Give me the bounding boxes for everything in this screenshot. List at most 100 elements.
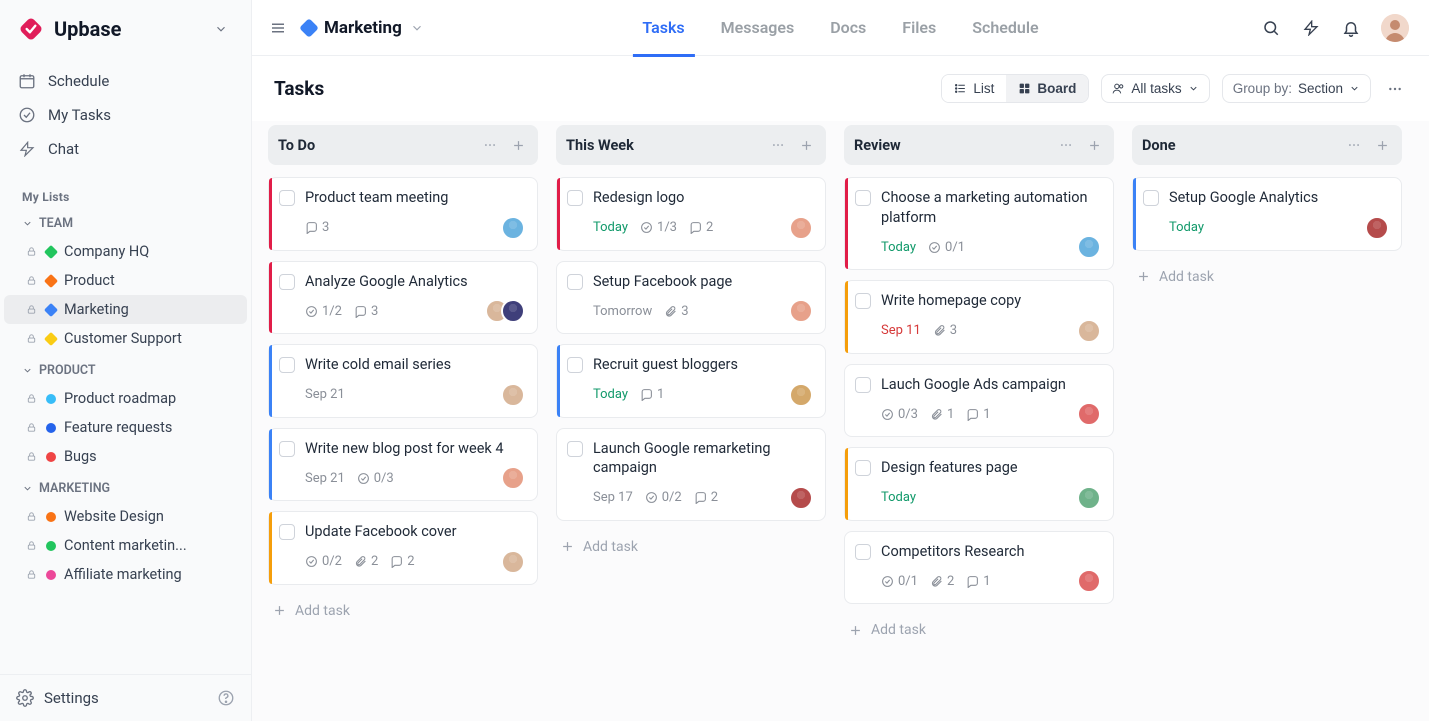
view-list-button[interactable]: List: [942, 75, 1006, 102]
assignee-avatars[interactable]: [1077, 319, 1101, 343]
section-header[interactable]: Review: [844, 125, 1114, 165]
sidebar-list-item[interactable]: Content marketin...: [4, 531, 247, 560]
sidebar-list-item[interactable]: Company HQ: [4, 237, 247, 266]
add-task-label: Add task: [871, 622, 926, 638]
task-checkbox[interactable]: [279, 524, 295, 540]
bell-icon[interactable]: [1341, 18, 1361, 38]
task-card[interactable]: Write new blog post for week 4Sep 210/3: [268, 428, 538, 502]
view-board-button[interactable]: Board: [1006, 75, 1088, 102]
section-header[interactable]: This Week: [556, 125, 826, 165]
task-checkbox[interactable]: [567, 274, 583, 290]
assignee-avatars[interactable]: [501, 383, 525, 407]
sidebar-list-item[interactable]: Marketing: [4, 295, 247, 324]
task-checkbox[interactable]: [567, 357, 583, 373]
add-task-button[interactable]: Add task: [268, 595, 538, 627]
tab-tasks[interactable]: Tasks: [638, 0, 688, 56]
add-task-button[interactable]: Add task: [844, 614, 1114, 646]
more-icon[interactable]: [1383, 77, 1407, 101]
tab-files[interactable]: Files: [898, 0, 940, 56]
breadcrumb[interactable]: Marketing: [302, 18, 424, 38]
gear-icon[interactable]: [16, 689, 34, 707]
section-header[interactable]: To Do: [268, 125, 538, 165]
assignee-avatars[interactable]: [789, 299, 813, 323]
task-checkbox[interactable]: [1143, 190, 1159, 206]
task-checkbox[interactable]: [855, 377, 871, 393]
nav-chat[interactable]: Chat: [8, 132, 243, 166]
task-card[interactable]: Write homepage copySep 113: [844, 280, 1114, 354]
task-checkbox[interactable]: [279, 274, 295, 290]
assignee-avatars[interactable]: [789, 486, 813, 510]
sidebar-list-item[interactable]: Website Design: [4, 502, 247, 531]
task-card[interactable]: Redesign logoToday1/32: [556, 177, 826, 251]
brand[interactable]: Upbase: [18, 16, 209, 42]
task-checkbox[interactable]: [855, 544, 871, 560]
assignee-avatars[interactable]: [789, 383, 813, 407]
section-header[interactable]: Done: [1132, 125, 1402, 165]
assignee-avatars[interactable]: [1077, 569, 1101, 593]
sidebar-list-item[interactable]: Feature requests: [4, 413, 247, 442]
sidebar-list-item[interactable]: Affiliate marketing: [4, 560, 247, 589]
avatar: [501, 466, 525, 490]
task-checkbox[interactable]: [855, 293, 871, 309]
task-card[interactable]: Update Facebook cover0/222: [268, 511, 538, 585]
user-avatar[interactable]: [1381, 14, 1409, 42]
nav-my-tasks[interactable]: My Tasks: [8, 98, 243, 132]
assignee-avatars[interactable]: [1077, 402, 1101, 426]
assignee-avatars[interactable]: [501, 216, 525, 240]
assignee-avatars[interactable]: [485, 299, 525, 323]
task-checkbox[interactable]: [855, 190, 871, 206]
assignee-avatars[interactable]: [1365, 216, 1389, 240]
section-more-icon[interactable]: [1056, 135, 1076, 155]
task-card[interactable]: Competitors Research0/121: [844, 531, 1114, 605]
task-card[interactable]: Lauch Google Ads campaign0/311: [844, 364, 1114, 438]
tab-schedule[interactable]: Schedule: [968, 0, 1042, 56]
section-add-icon[interactable]: [1372, 135, 1392, 155]
sidebar-group-header[interactable]: MARKETING: [4, 475, 247, 502]
sidebar-group-header[interactable]: TEAM: [4, 210, 247, 237]
filter-tasks-button[interactable]: All tasks: [1101, 74, 1209, 103]
bolt-icon[interactable]: [1301, 18, 1321, 38]
add-task-button[interactable]: Add task: [1132, 261, 1402, 293]
task-card[interactable]: Product team meeting3: [268, 177, 538, 251]
section-more-icon[interactable]: [480, 135, 500, 155]
task-card[interactable]: Write cold email seriesSep 21: [268, 344, 538, 418]
sidebar-list-item[interactable]: Bugs: [4, 442, 247, 471]
task-checkbox[interactable]: [567, 441, 583, 457]
sidebar-list-item[interactable]: Product: [4, 266, 247, 295]
search-icon[interactable]: [1261, 18, 1281, 38]
task-card[interactable]: Analyze Google Analytics1/23: [268, 261, 538, 335]
assignee-avatars[interactable]: [1077, 486, 1101, 510]
tab-docs[interactable]: Docs: [826, 0, 870, 56]
task-card[interactable]: Setup Google AnalyticsToday: [1132, 177, 1402, 251]
task-checkbox[interactable]: [567, 190, 583, 206]
section-add-icon[interactable]: [1084, 135, 1104, 155]
settings-label[interactable]: Settings: [44, 689, 99, 707]
assignee-avatars[interactable]: [789, 216, 813, 240]
task-card[interactable]: Design features pageToday: [844, 447, 1114, 521]
sidebar-group-header[interactable]: PRODUCT: [4, 357, 247, 384]
assignee-avatars[interactable]: [501, 466, 525, 490]
section-more-icon[interactable]: [1344, 135, 1364, 155]
tab-messages[interactable]: Messages: [717, 0, 799, 56]
task-card[interactable]: Recruit guest bloggersToday1: [556, 344, 826, 418]
task-checkbox[interactable]: [855, 460, 871, 476]
task-checkbox[interactable]: [279, 190, 295, 206]
help-icon[interactable]: [217, 689, 235, 707]
task-card[interactable]: Setup Facebook pageTomorrow3: [556, 261, 826, 335]
task-card[interactable]: Choose a marketing automation platformTo…: [844, 177, 1114, 270]
task-checkbox[interactable]: [279, 357, 295, 373]
sidebar-list-item[interactable]: Customer Support: [4, 324, 247, 353]
assignee-avatars[interactable]: [1077, 235, 1101, 259]
sidebar-collapse-toggle[interactable]: [209, 17, 233, 41]
hamburger-icon[interactable]: [268, 18, 288, 38]
section-add-icon[interactable]: [796, 135, 816, 155]
section-add-icon[interactable]: [508, 135, 528, 155]
section-more-icon[interactable]: [768, 135, 788, 155]
group-by-button[interactable]: Group by: Section: [1222, 74, 1371, 103]
assignee-avatars[interactable]: [501, 550, 525, 574]
task-checkbox[interactable]: [279, 441, 295, 457]
add-task-button[interactable]: Add task: [556, 531, 826, 563]
nav-schedule[interactable]: Schedule: [8, 64, 243, 98]
sidebar-list-item[interactable]: Product roadmap: [4, 384, 247, 413]
task-card[interactable]: Launch Google remarketing campaignSep 17…: [556, 428, 826, 521]
